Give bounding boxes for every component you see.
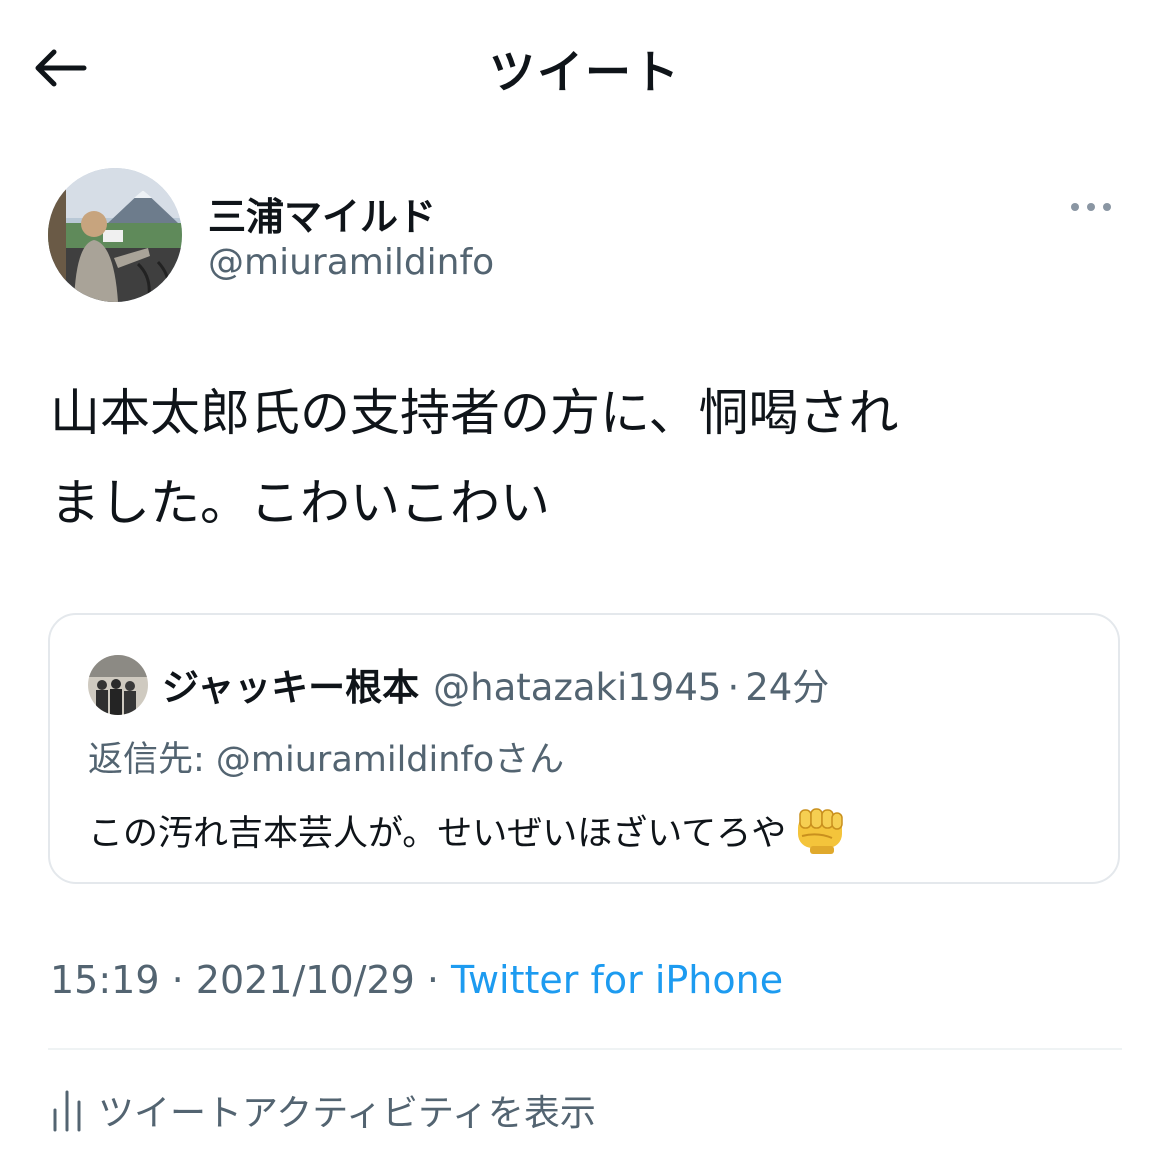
author-avatar[interactable]: [48, 168, 182, 302]
quoted-tweet[interactable]: ジャッキー根本 @hatazaki1945 · 24分 返信先: @miuramild…: [48, 613, 1120, 884]
oncoming-fist-icon: [798, 807, 844, 854]
quoted-tweet-header: ジャッキー根本 @hatazaki1945 · 24分: [162, 657, 829, 711]
quoted-author-name: ジャッキー根本: [162, 666, 420, 709]
tweet-date: 2021/10/29: [195, 958, 415, 1002]
more-options-button[interactable]: [1066, 192, 1116, 222]
quoted-author-avatar: [88, 655, 148, 715]
tweet-source-link[interactable]: Twitter for iPhone: [451, 958, 783, 1002]
separator: ·: [727, 666, 740, 709]
tweet-text: 山本太郎氏の支持者の方に、恫喝され ました。こわいこわい: [50, 368, 1130, 548]
reply-context: 返信先: @miuramildinfoさん: [88, 731, 564, 782]
quoted-tweet-body: この汚れ吉本芸人が。せいぜいほざいてろや: [88, 814, 787, 854]
tweet-metadata: 15:19 · 2021/10/29 · Twitter for iPhone: [50, 958, 783, 1002]
reply-prefix: 返信先:: [88, 740, 216, 780]
quoted-avatar-photo: [88, 655, 148, 715]
divider: [48, 1048, 1122, 1050]
separator: ·: [414, 958, 452, 1002]
quoted-author-handle: @hatazaki1945: [433, 666, 722, 709]
tweet-time: 15:19: [50, 958, 160, 1002]
author-name[interactable]: 三浦マイルド: [208, 186, 436, 241]
separator: ·: [159, 958, 196, 1002]
analytics-icon: [53, 1090, 81, 1132]
quoted-tweet-time: 24分: [745, 666, 830, 709]
tweet-text-line: 山本太郎氏の支持者の方に、恫喝され: [50, 384, 899, 442]
page-title: ツイート: [489, 45, 681, 99]
view-tweet-activity-label: ツイートアクティビティを表示: [98, 1093, 596, 1134]
reply-mention: @miuramildinfo: [215, 740, 495, 780]
view-tweet-activity-button[interactable]: ツイートアクティビティを表示: [50, 1080, 596, 1140]
tweet-text-line: ました。こわいこわい: [50, 474, 550, 532]
reply-suffix: さん: [494, 740, 565, 780]
avatar-photo: [48, 168, 182, 302]
quoted-tweet-text: この汚れ吉本芸人が。せいぜいほざいてろや: [88, 805, 848, 856]
more-horizontal-icon: [1071, 203, 1111, 211]
tweet-author: 三浦マイルド @miuramildinfo: [48, 168, 1122, 308]
author-handle: @miuramildinfo: [208, 242, 495, 283]
top-bar: ツイート: [0, 0, 1170, 130]
